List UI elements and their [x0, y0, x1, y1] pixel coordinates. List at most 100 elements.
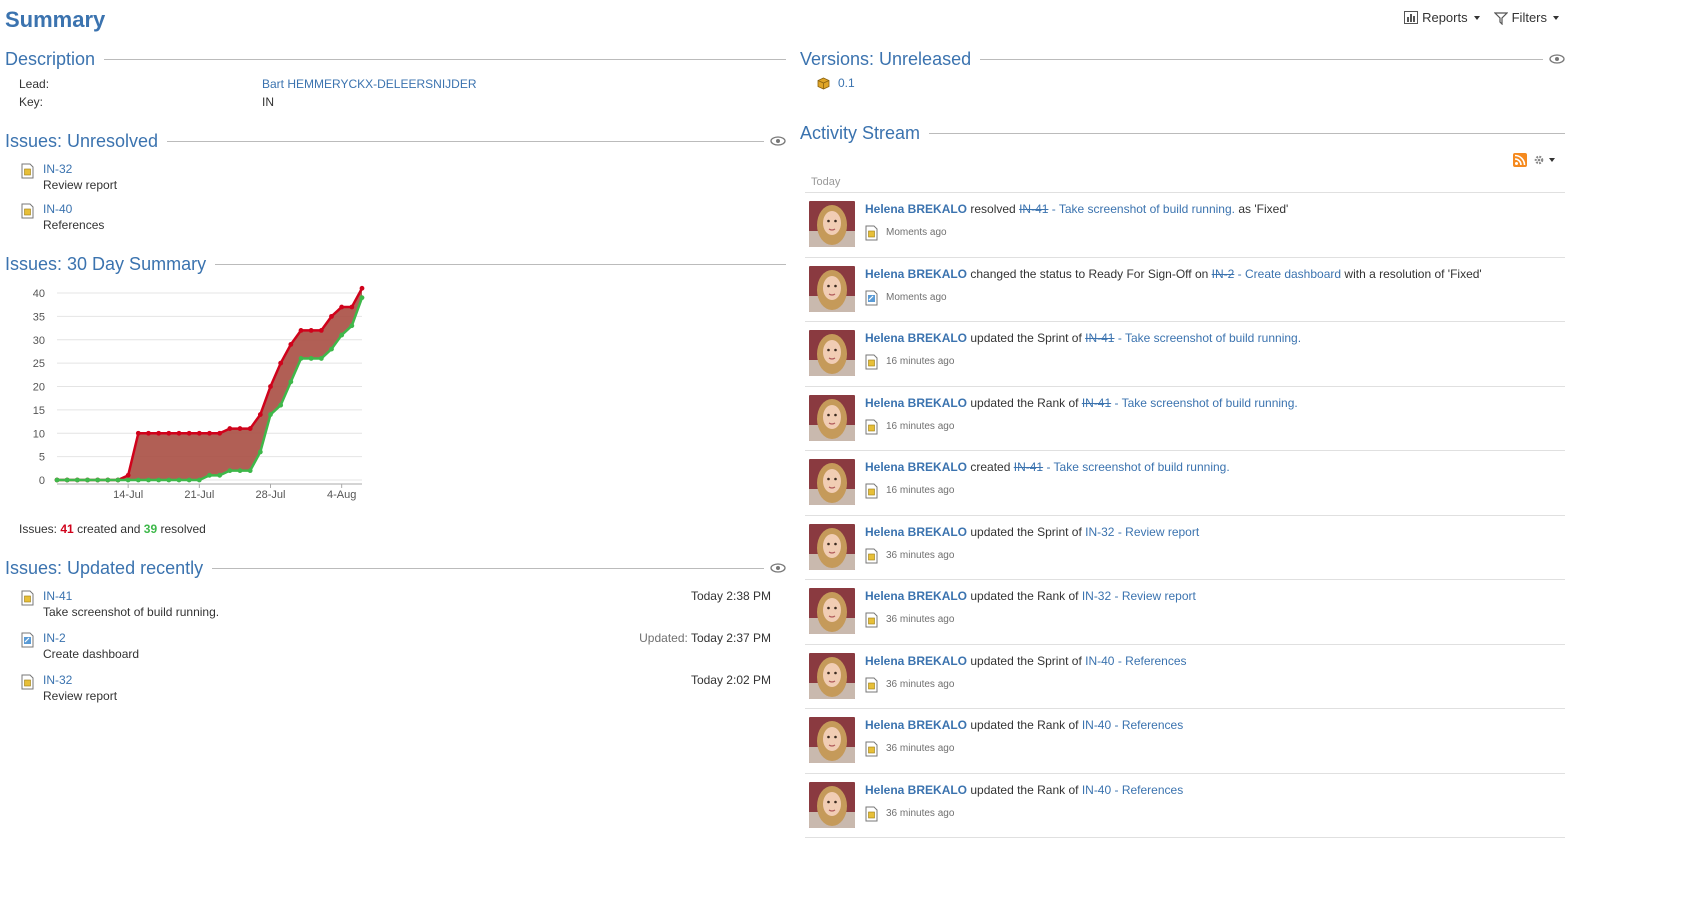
user-link[interactable]: Helena BREKALO	[865, 202, 967, 216]
avatar[interactable]	[809, 459, 855, 505]
issue-summary-link[interactable]: - Review report	[1115, 589, 1196, 603]
activity-body: Helena BREKALO created IN-41 - Take scre…	[865, 459, 1230, 515]
issue-key-link[interactable]: IN-41	[1085, 331, 1114, 345]
user-link[interactable]: Helena BREKALO	[865, 525, 967, 539]
resolved-word: resolved	[160, 522, 206, 536]
issue-summary: Review report	[43, 178, 118, 192]
avatar[interactable]	[809, 652, 855, 699]
updated-date: Today 2:02 PM	[691, 672, 771, 688]
divider	[104, 58, 786, 60]
issue-summary: Review report	[43, 689, 118, 703]
divider	[215, 263, 786, 265]
issue-key-link[interactable]: IN-41	[1019, 202, 1048, 216]
issue-key-link[interactable]: IN-2	[1212, 267, 1235, 281]
activity-body: Helena BREKALO updated the Sprint of IN-…	[865, 330, 1301, 386]
version-link[interactable]: 0.1	[838, 76, 855, 90]
user-link[interactable]: Helena BREKALO	[865, 331, 967, 345]
resolved-data-point	[196, 477, 202, 483]
issue-key-link[interactable]: IN-41	[1014, 460, 1043, 474]
avatar[interactable]	[809, 330, 855, 376]
resolved-data-point	[349, 323, 355, 329]
reports-button[interactable]: Reports	[1404, 10, 1480, 25]
y-tick-label: 20	[33, 382, 45, 394]
updated-list: IN-41 Take screenshot of build running. …	[5, 588, 786, 704]
avatar[interactable]	[809, 265, 855, 312]
issue-key-link[interactable]: IN-32	[1082, 589, 1111, 603]
resolved-data-point	[308, 356, 314, 361]
issue-key-link[interactable]: IN-32	[43, 161, 117, 177]
activity-action: updated the Sprint of	[970, 524, 1082, 539]
issue-key-link[interactable]: IN-40	[43, 201, 104, 217]
user-link[interactable]: Helena BREKALO	[865, 783, 967, 797]
date-label: Updated:	[639, 631, 688, 645]
list-item: IN-40 References	[21, 201, 786, 233]
avatar[interactable]	[809, 201, 855, 247]
activity-meta: 16 minutes ago	[865, 483, 1230, 499]
versions-header: Versions: Unreleased	[800, 45, 1565, 73]
unresolved-title: Issues: Unresolved	[5, 130, 159, 151]
rss-icon[interactable]	[1513, 153, 1527, 167]
issue-key-link[interactable]: IN-32	[43, 672, 117, 688]
date-value: Today 2:38 PM	[690, 589, 771, 603]
activity-action: changed the status to Ready For Sign-Off…	[970, 266, 1209, 281]
right-column: Versions: Unreleased 0.1 Activity Stream…	[800, 45, 1565, 838]
activity-time: Moments ago	[886, 291, 947, 303]
avatar[interactable]	[809, 523, 855, 570]
issue-key-link[interactable]: IN-32	[1085, 525, 1114, 539]
avatar[interactable]	[809, 394, 855, 441]
unresolved-header: Issues: Unresolved	[5, 127, 786, 155]
eye-icon[interactable]	[770, 136, 786, 146]
filters-button[interactable]: Filters	[1493, 10, 1559, 25]
chart-container: 0 5 10 15 20 25 30 35 40 14-Jul 21-Jul 28-Jul 4-Aug	[5, 278, 786, 522]
user-link[interactable]: Helena BREKALO	[865, 460, 967, 474]
created-data-point	[329, 313, 334, 319]
activity-body: Helena BREKALO updated the Rank of IN-32…	[865, 588, 1196, 644]
user-link[interactable]: Helena BREKALO	[865, 267, 967, 281]
avatar[interactable]	[809, 717, 855, 763]
avatar[interactable]	[809, 588, 855, 634]
activity-time: Moments ago	[886, 227, 947, 238]
issue-summary-link[interactable]: - References	[1115, 718, 1184, 732]
eye-icon[interactable]	[1549, 54, 1565, 64]
activity-action: resolved	[970, 202, 1016, 216]
created-data-point	[207, 430, 212, 436]
issue-key-link[interactable]: IN-40	[1082, 783, 1111, 797]
issue-summary-link[interactable]: - Take screenshot of build running.	[1118, 331, 1301, 345]
issue-key-link[interactable]: IN-40	[1085, 654, 1114, 668]
created-resolved-gap-area	[57, 288, 362, 480]
issue-summary-link[interactable]: - Create dashboard	[1238, 267, 1341, 281]
issue-summary-link[interactable]: - Take screenshot of build running.	[1115, 396, 1298, 410]
description-title: Description	[5, 48, 96, 69]
issue-summary-link[interactable]: - Review report	[1118, 525, 1199, 539]
created-data-point	[166, 430, 172, 436]
eye-icon[interactable]	[770, 563, 786, 573]
resolved-data-point	[339, 332, 345, 338]
issue-key-link[interactable]: IN-2	[43, 630, 139, 646]
lead-link[interactable]: Bart HEMMERYCKX-DELEERSNIJDER	[262, 76, 786, 93]
activity-body: Helena BREKALO updated the Sprint of IN-…	[865, 524, 1199, 580]
created-data-point	[135, 430, 141, 436]
activity-meta: 16 minutes ago	[865, 419, 1298, 435]
issue-summary-link[interactable]: - Take screenshot of build running.	[1046, 460, 1229, 474]
issue-key-link[interactable]: IN-41	[1082, 396, 1111, 410]
user-link[interactable]: Helena BREKALO	[865, 718, 967, 732]
issue-key-link[interactable]: IN-40	[1082, 718, 1111, 732]
user-link[interactable]: Helena BREKALO	[865, 589, 967, 603]
resolved-data-point	[359, 295, 365, 301]
resolved-data-point	[95, 477, 101, 483]
version-item: 0.1	[800, 76, 1565, 90]
task-icon	[21, 203, 34, 219]
avatar[interactable]	[809, 781, 855, 828]
chevron-down-icon	[1553, 15, 1559, 20]
y-tick-label: 15	[33, 405, 45, 417]
resolved-data-point	[278, 402, 284, 408]
user-link[interactable]: Helena BREKALO	[865, 654, 967, 668]
issue-summary-link[interactable]: - Take screenshot of build running.	[1052, 202, 1235, 216]
issue-key-link[interactable]: IN-41	[43, 588, 219, 604]
user-link[interactable]: Helena BREKALO	[865, 396, 967, 410]
created-data-point	[298, 328, 304, 333]
issue-summary-link[interactable]: - References	[1118, 654, 1187, 668]
issue-summary-link[interactable]: - References	[1115, 783, 1184, 797]
resolved-data-point	[156, 477, 162, 483]
gear-menu[interactable]	[1533, 154, 1555, 166]
